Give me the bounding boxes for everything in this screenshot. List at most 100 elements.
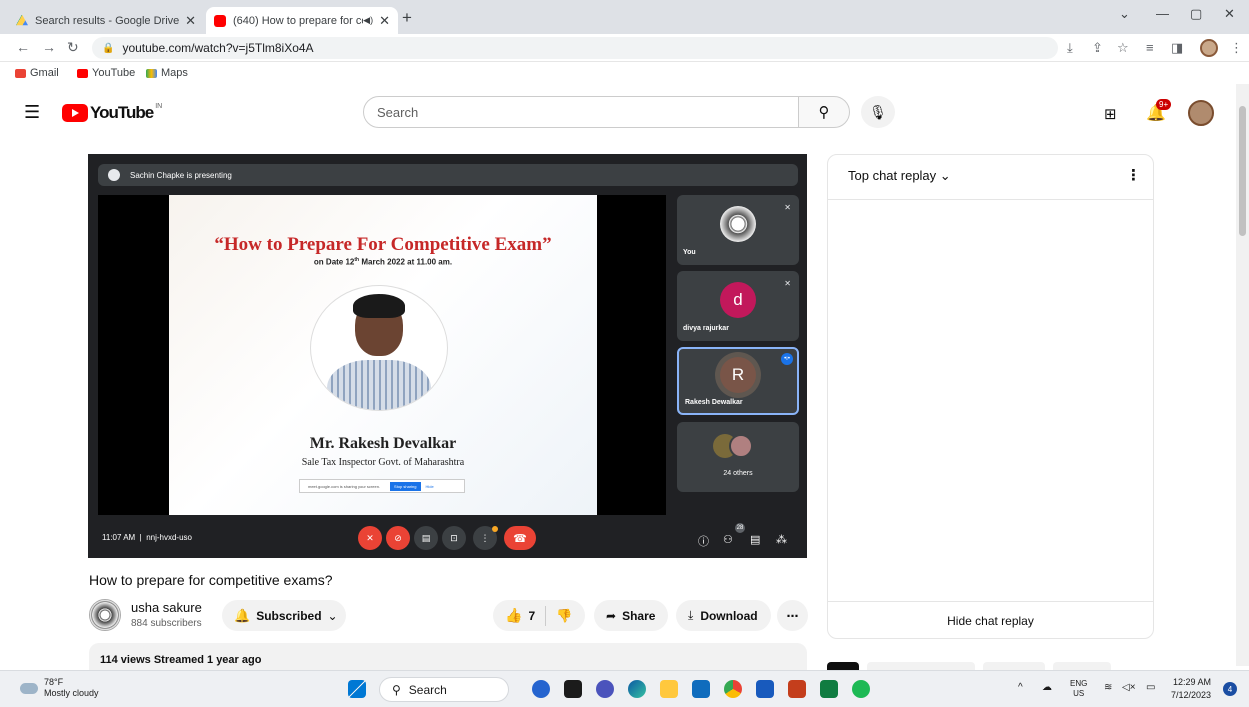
bookmark-star-icon[interactable]: ☆ — [1117, 40, 1129, 56]
mic-off-icon: ✕ — [358, 526, 382, 550]
mail-app-icon[interactable] — [692, 680, 710, 698]
chat-menu-icon[interactable]: ⋮ — [1126, 166, 1141, 184]
install-app-icon[interactable]: ⤓ — [1067, 40, 1073, 56]
participant-avatar — [720, 206, 756, 242]
weather-widget[interactable]: 78°F Mostly cloudy — [20, 677, 99, 699]
chip[interactable] — [867, 662, 975, 670]
subscribed-button[interactable]: 🔔 Subscribed ⌄ — [222, 600, 346, 631]
participant-tile-you: ✕ You — [677, 195, 799, 265]
share-label: Share — [622, 608, 656, 623]
participant-name: You — [683, 249, 696, 256]
chevron-down-icon: ⌄ — [939, 168, 951, 183]
guide-menu-icon[interactable]: ☰ — [24, 102, 40, 123]
scrollbar-thumb[interactable] — [1239, 106, 1246, 236]
share-button[interactable]: ➦ Share — [594, 600, 668, 631]
hide-chat-replay-button[interactable]: Hide chat replay — [828, 614, 1153, 628]
edge-browser-icon[interactable] — [628, 680, 646, 698]
lock-icon[interactable]: 🔒 — [102, 43, 114, 54]
participant-avatar: d — [720, 282, 756, 318]
tab-youtube-video[interactable]: (640) How to prepare for cor ◀) ✕ — [206, 7, 398, 34]
participant-name: Rakesh Dewalkar — [685, 399, 743, 406]
more-actions-button[interactable]: ⋯ — [777, 600, 808, 631]
presentation-slide: “How to Prepare For Competitive Exam” on… — [169, 195, 597, 515]
video-player[interactable]: Sachin Chapke is presenting “How to Prep… — [88, 154, 807, 558]
related-chips-strip — [827, 662, 1235, 670]
chrome-app-icon[interactable] — [724, 680, 742, 698]
channel-avatar[interactable] — [89, 599, 121, 631]
thumbs-down-icon[interactable]: 👎 — [556, 608, 572, 624]
bookmark-gmail[interactable]: Gmail — [15, 67, 59, 79]
search-placeholder: Search — [377, 104, 419, 120]
voice-search-button[interactable]: 🎙 — [861, 96, 895, 128]
wifi-icon[interactable]: ≋ — [1104, 682, 1112, 693]
url-bar[interactable]: 🔒 youtube.com/watch?v=j5Tlm8iXo4A — [92, 37, 1058, 59]
divider — [545, 605, 547, 626]
audio-playing-icon[interactable]: ◀) — [363, 15, 373, 26]
forward-button[interactable]: → — [42, 39, 56, 55]
bing-app-icon[interactable] — [532, 680, 550, 698]
tab-google-drive[interactable]: Search results - Google Drive ✕ — [8, 7, 204, 34]
back-button[interactable]: ← — [16, 39, 30, 55]
temperature: 78°F — [44, 677, 64, 687]
create-video-icon[interactable]: ⊞ — [1104, 105, 1117, 123]
more-horizontal-icon: ⋯ — [786, 608, 799, 623]
youtube-masthead: ☰ YouTube IN Search ⚲ 🎙 ⊞ 🔔 9+ — [0, 84, 1236, 140]
file-explorer-icon[interactable] — [660, 680, 678, 698]
excel-app-icon[interactable] — [820, 680, 838, 698]
word-app-icon[interactable] — [756, 680, 774, 698]
microphone-icon: 🎙 — [869, 103, 887, 120]
bookmark-maps[interactable]: Maps — [146, 67, 188, 79]
task-view-icon[interactable] — [564, 680, 582, 698]
volume-muted-icon[interactable]: ◁× — [1122, 682, 1136, 693]
close-tab-icon[interactable]: ✕ — [379, 13, 390, 29]
search-button[interactable]: ⚲ — [798, 96, 850, 128]
notification-center-badge[interactable]: 4 — [1223, 682, 1237, 696]
bookmarks-bar: Gmail YouTube Maps — [0, 62, 1249, 84]
account-avatar[interactable] — [1188, 100, 1214, 126]
reload-button[interactable]: ↻ — [67, 39, 79, 56]
country-code: IN — [155, 103, 163, 110]
profile-avatar[interactable] — [1200, 39, 1218, 57]
close-tab-icon[interactable]: ✕ — [185, 13, 196, 29]
new-tab-button[interactable]: + — [402, 8, 412, 28]
minimize-button[interactable]: — — [1156, 6, 1169, 21]
taskbar-search[interactable]: ⚲ Search — [379, 677, 509, 702]
battery-icon[interactable]: ▭ — [1146, 682, 1155, 693]
tab-search-icon[interactable]: ⌄ — [1119, 6, 1130, 22]
chat-mode-dropdown[interactable]: Top chat replay ⌄ — [848, 168, 951, 184]
like-button[interactable]: 👍 7 — [505, 607, 535, 624]
hide-share-button: Hide — [425, 483, 434, 489]
close-window-button[interactable]: ✕ — [1224, 6, 1235, 22]
chip[interactable] — [827, 662, 859, 670]
search-input[interactable]: Search — [363, 96, 799, 128]
meeting-info-icon: ⓘ — [698, 536, 709, 548]
teams-chat-icon[interactable] — [596, 680, 614, 698]
input-language[interactable]: ENG US — [1070, 679, 1087, 699]
browser-tab-strip: Search results - Google Drive ✕ (640) Ho… — [0, 0, 1249, 34]
description-box[interactable]: 114 views Streamed 1 year ago — [89, 643, 807, 673]
powerpoint-app-icon[interactable] — [788, 680, 806, 698]
channel-name[interactable]: usha sakure — [131, 600, 202, 615]
windows-start-icon[interactable] — [348, 680, 366, 698]
chrome-menu-icon[interactable]: ⋮ — [1230, 40, 1243, 56]
chip[interactable] — [1053, 662, 1111, 670]
onedrive-icon[interactable]: ☁ — [1042, 682, 1052, 693]
chip[interactable] — [983, 662, 1045, 670]
meet-controls-bar: 11:07 AM | nnj-hvxd-uso ✕ ⊘ ▤ ⊡ ⋮ ☎ ⓘ ⚇ … — [88, 518, 807, 558]
participant-tile-rakesh: •ı• R Rakesh Dewalkar — [677, 347, 799, 415]
system-clock[interactable]: 12:29 AM 7/12/2023 — [1171, 676, 1211, 702]
spotify-app-icon[interactable] — [852, 680, 870, 698]
slide-title: “How to Prepare For Competitive Exam” — [214, 234, 552, 255]
bookmark-youtube[interactable]: YouTube — [77, 67, 135, 79]
like-count: 7 — [528, 608, 536, 623]
download-button[interactable]: ⤓ Download — [676, 600, 771, 631]
side-panel-icon[interactable]: ◨ — [1171, 40, 1183, 56]
tab-title: (640) How to prepare for cor — [233, 14, 364, 27]
reading-list-icon[interactable]: ≡ — [1146, 40, 1154, 55]
restore-button[interactable]: ▢ — [1190, 6, 1202, 22]
page-scrollbar[interactable] — [1236, 84, 1249, 666]
speaker-role: Sale Tax Inspector Govt. of Maharashtra — [301, 457, 465, 468]
youtube-logo[interactable]: YouTube IN — [62, 103, 162, 123]
show-hidden-icons-chevron[interactable]: ^ — [1018, 682, 1023, 693]
share-page-icon[interactable]: ⇪ — [1092, 40, 1103, 56]
